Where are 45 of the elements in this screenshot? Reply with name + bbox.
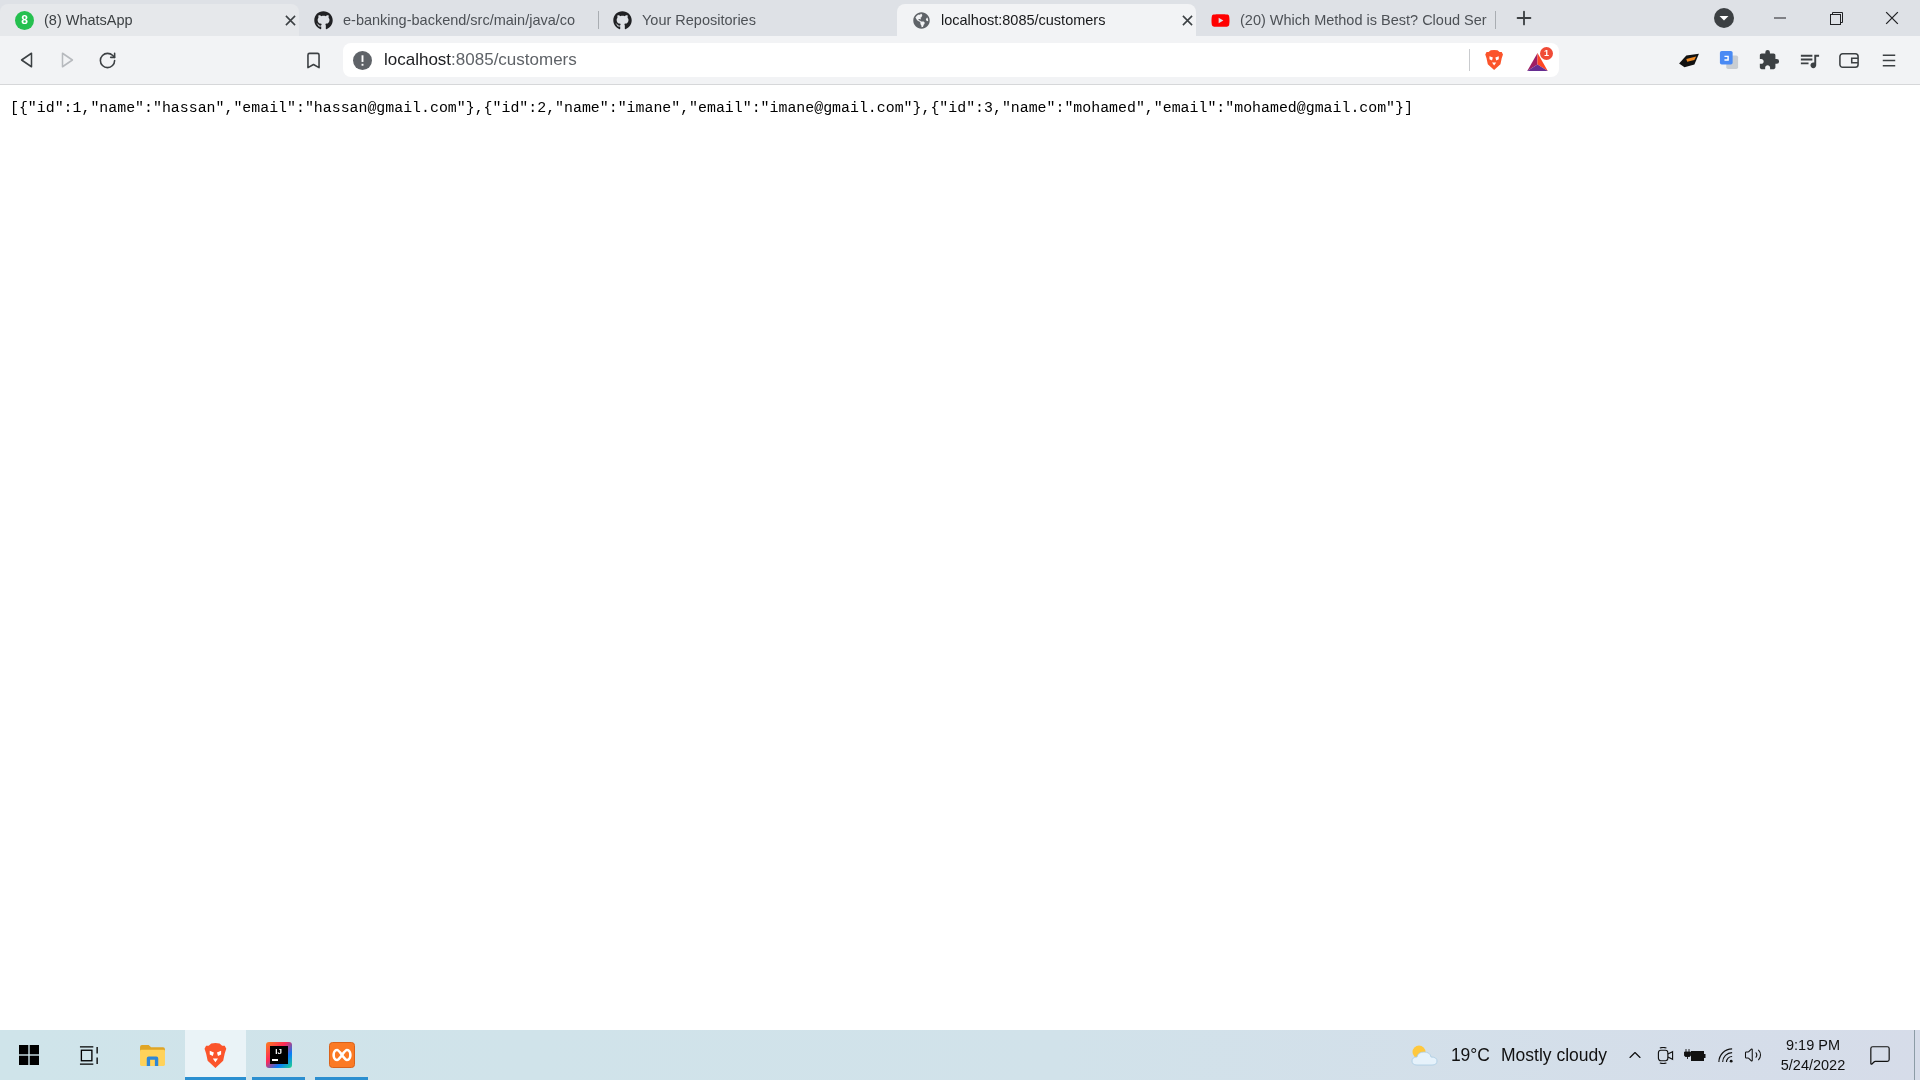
- globe-icon: [913, 11, 930, 29]
- menu-icon: [1881, 52, 1897, 68]
- xampp-icon: [328, 1042, 355, 1068]
- volume-icon[interactable]: [1744, 1046, 1762, 1064]
- logo-text: IJ: [274, 1047, 283, 1056]
- browser-tab[interactable]: e-banking-backend/src/main/java/co: [299, 4, 598, 36]
- weather-condition-text: Mostly cloudy: [1501, 1044, 1607, 1066]
- browser-tab[interactable]: (20) Which Method is Best? Cloud Ser: [1196, 4, 1495, 36]
- unread-badge: 8: [15, 10, 34, 30]
- folder-icon: [139, 1043, 166, 1067]
- github-icon: [314, 10, 333, 30]
- notification-icon[interactable]: [1869, 1044, 1891, 1066]
- github-icon: [613, 10, 632, 30]
- browser-tab[interactable]: localhost:8085/customers: [897, 4, 1196, 36]
- browser-tab[interactable]: Your Repositories: [598, 4, 897, 36]
- chevron-down-icon: [1714, 8, 1734, 28]
- wifi-icon[interactable]: [1716, 1046, 1734, 1064]
- reload-icon: [97, 50, 117, 70]
- browser-tab[interactable]: 8 (8) WhatsApp: [0, 4, 299, 36]
- minimize-icon: [1774, 17, 1786, 19]
- lion-icon: [203, 1041, 228, 1069]
- clock-time: 9:19 PM: [1786, 1036, 1840, 1055]
- translate-icon: [1719, 50, 1739, 70]
- url-text: localhost:8085/customers: [384, 50, 577, 70]
- info-icon: [353, 50, 372, 70]
- close-icon: [1885, 11, 1899, 25]
- temperature-text: 19°C: [1450, 1044, 1490, 1066]
- rewards-button[interactable]: 1: [1525, 46, 1553, 74]
- puzzle-icon: [1758, 49, 1780, 71]
- wallet-icon: [1839, 51, 1859, 69]
- close-icon: [1181, 14, 1193, 26]
- lion-icon: [1483, 49, 1505, 71]
- clock-date: 5/24/2022: [1780, 1056, 1846, 1075]
- extension-icon: [1678, 51, 1700, 69]
- camera-icon[interactable]: [1656, 1046, 1674, 1064]
- windows-logo-icon: [19, 1045, 39, 1065]
- task-view-icon: [78, 1044, 100, 1066]
- battery-icon[interactable]: [1684, 1048, 1706, 1062]
- close-icon: [284, 14, 296, 26]
- json-response-text: [{"id":1,"name":"hassan","email":"hassan@gmail.com"},{"id":2,"name":"imane","email":"imane@gmail.com"},{"id":3,"name":"mohamed","email":"mohamed@gmail.com"}]: [10, 100, 1413, 117]
- taskbar-app-button[interactable]: [185, 1030, 246, 1080]
- restore-icon: [1829, 11, 1843, 25]
- notification-badge: 1: [1540, 47, 1553, 60]
- taskbar-app-button[interactable]: IJ: [248, 1030, 309, 1080]
- address-field[interactable]: localhost:8085/customers 1: [343, 43, 1559, 77]
